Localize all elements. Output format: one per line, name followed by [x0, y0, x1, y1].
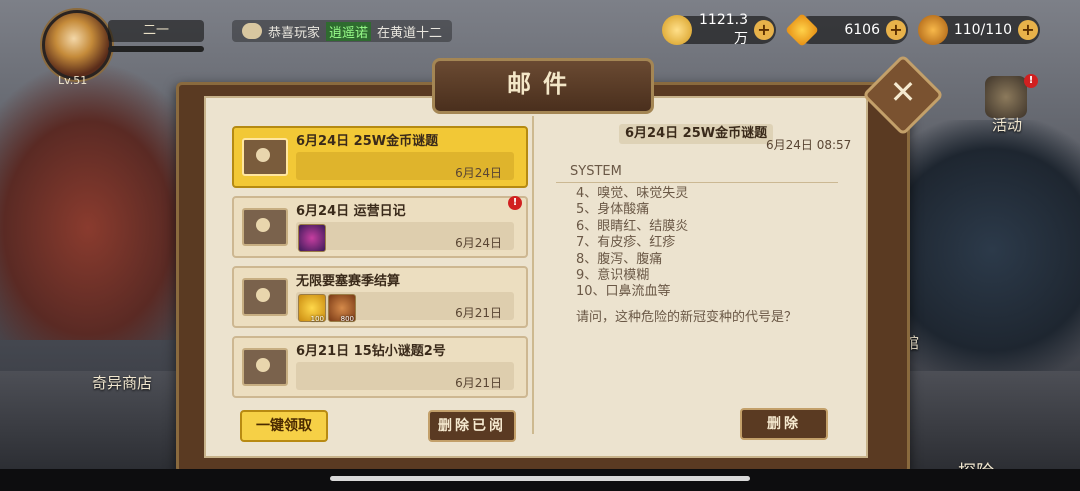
player-name: 二一 — [108, 20, 204, 42]
mail-date: 6月24日 — [455, 166, 502, 180]
delete-read-button[interactable]: 删除已阅 — [428, 410, 516, 442]
gem-attachment-icon: 100 — [298, 294, 326, 323]
envelope-icon — [242, 348, 288, 386]
medal-attachment-icon: 800 — [328, 294, 356, 323]
reader-question: 请问，这种危险的新冠变种的代号是？ — [576, 310, 798, 325]
world-chat-banner[interactable]: 恭喜玩家 逍遥诺 在黄道十二 — [232, 20, 453, 42]
mail-date: 6月21日 — [455, 306, 502, 320]
home-indicator[interactable] — [330, 476, 750, 481]
hero-card-attachment-icon — [298, 224, 326, 252]
mail-list-item[interactable]: 6月24日 25W金币谜题 6月24日 — [232, 126, 528, 188]
mail-list-item[interactable]: 6月21日 15钻小谜题2号 6月21日 — [232, 336, 528, 398]
mail-subject: 6月24日 25W金币谜题 — [296, 134, 439, 149]
mail-subject: 6月21日 15钻小谜题2号 — [296, 344, 446, 359]
mail-divider — [532, 116, 534, 434]
add-gold-button[interactable]: + — [754, 20, 774, 40]
strange-shop-label[interactable]: 奇异商店 — [92, 372, 152, 393]
player-avatar[interactable] — [42, 10, 112, 80]
chat-bubble-icon — [242, 23, 262, 39]
delete-button[interactable]: 删除 — [740, 408, 828, 440]
player-exp-bar — [108, 46, 204, 52]
attachment-quantity: 800 — [340, 315, 354, 323]
activity-button[interactable] — [985, 76, 1027, 118]
stamina-icon — [918, 15, 948, 45]
envelope-icon — [242, 138, 288, 176]
chat-player-name: 逍遥诺 — [326, 21, 372, 41]
reader-line: 10、口鼻流血等 — [576, 284, 671, 300]
mail-window-title: 邮件 — [432, 58, 654, 114]
stamina-resource: 110/110 + — [918, 15, 1040, 45]
gold-resource: 1121.3万 + — [662, 12, 776, 47]
mail-date: 6月21日 — [455, 376, 502, 390]
reader-title: 6月24日 25W金币谜题 — [619, 124, 774, 144]
close-icon: ✕ — [889, 73, 917, 111]
chat-prefix: 恭喜玩家 — [268, 25, 321, 41]
reader-timestamp: 6月24日 08:57 — [766, 138, 852, 152]
attachment-quantity: 100 — [310, 315, 324, 323]
reader-body: 4、嗅觉、味觉失灵 5、身体酸痛 6、眼睛红、结膜炎 7、有皮疹、红疹 8、腹泻… — [576, 186, 688, 301]
reader-line: 5、身体酸痛 — [576, 202, 650, 218]
add-gem-button[interactable]: + — [886, 20, 906, 40]
mail-date: 6月24日 — [455, 236, 502, 250]
envelope-icon — [242, 278, 288, 316]
mail-list-item[interactable]: 无限要塞赛季结算 100 800 6月21日 — [232, 266, 528, 328]
reader-line: 7、有皮疹、红疹 — [576, 235, 676, 251]
reader-sender: SYSTEM — [570, 164, 622, 179]
activity-alert-icon: ! — [1024, 74, 1038, 88]
reader-line: 9、意识模糊 — [576, 268, 650, 284]
gem-amount: 6106 — [844, 22, 880, 38]
mail-subject: 无限要塞赛季结算 — [296, 274, 401, 289]
reader-line: 4、嗅觉、味觉失灵 — [576, 186, 689, 201]
gem-resource: 6106 + — [785, 13, 908, 47]
player-level: Lv.51 — [58, 74, 88, 87]
reader-line: 8、腹泻、腹痛 — [576, 251, 663, 267]
envelope-icon — [242, 208, 288, 246]
activity-label[interactable]: 活动 — [992, 114, 1022, 135]
reader-line: 6、眼睛红、结膜炎 — [576, 218, 689, 234]
stamina-amount: 110/110 — [953, 22, 1012, 38]
reader-separator — [556, 182, 838, 183]
mail-list-item[interactable]: 6月24日 运营日记 6月24日 ! — [232, 196, 528, 258]
add-stamina-button[interactable]: + — [1018, 20, 1038, 40]
mail-subject: 6月24日 运营日记 — [296, 204, 406, 219]
gold-coin-icon — [662, 15, 692, 45]
gold-amount: 1121.3万 — [699, 12, 748, 47]
chat-suffix: 在黄道十二 — [377, 25, 443, 41]
claim-all-button[interactable]: 一键领取 — [240, 410, 328, 442]
unread-alert-icon: ! — [508, 196, 522, 210]
